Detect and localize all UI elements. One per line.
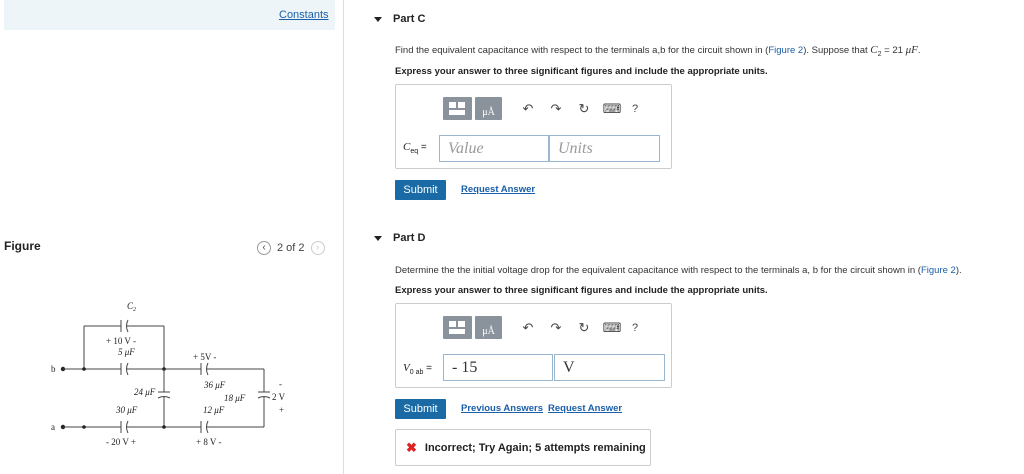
v20-label: - 20 V + <box>106 437 136 447</box>
c24-label: 24 μF <box>134 387 156 397</box>
chevron-right-icon[interactable]: › <box>310 241 325 255</box>
figure-link[interactable]: Figure 2 <box>768 45 803 56</box>
units-icon[interactable]: μÅ <box>475 97 502 120</box>
value-input[interactable]: - 15 <box>443 354 553 381</box>
previous-answers-link[interactable]: Previous Answers <box>461 403 543 414</box>
panel-divider <box>343 0 344 474</box>
part-d-answer-box: μÅ ↶ ↷ ↻ ⌨ ? V0 ab = - 15 V <box>395 303 672 388</box>
v8-label: + 8 V - <box>196 437 222 447</box>
part-c-title: Part C <box>393 13 426 25</box>
v2-minus: - <box>279 379 282 389</box>
junction <box>82 367 86 371</box>
part-d-question: Determine the the initial voltage drop f… <box>395 265 962 276</box>
part-d-submit-button[interactable]: Submit <box>395 399 446 419</box>
constants-link[interactable]: Constants <box>279 9 329 21</box>
caret-down-icon <box>374 235 382 241</box>
keyboard-icon[interactable]: ⌨ <box>603 320 622 336</box>
figure-label: Figure <box>4 239 41 253</box>
figure-pager: ‹ 2 of 2 › <box>257 240 325 256</box>
keyboard-icon[interactable]: ⌨ <box>603 101 622 117</box>
help-icon[interactable]: ? <box>632 322 638 334</box>
chevron-left-icon[interactable]: ‹ <box>257 241 271 255</box>
v2-plus: + <box>279 405 284 415</box>
part-c-header[interactable]: Part C <box>374 13 425 25</box>
redo-icon[interactable]: ↷ <box>548 101 564 117</box>
units-input[interactable]: Units <box>549 135 660 162</box>
junction <box>162 425 166 429</box>
v0ab-label: V0 ab = <box>403 362 432 376</box>
math-toolbar: μÅ ↶ ↷ ↻ ⌨ ? <box>443 316 638 339</box>
undo-icon[interactable]: ↶ <box>520 101 536 117</box>
junction <box>82 425 86 429</box>
c18-label: 18 μF <box>224 393 246 403</box>
c36-label: 36 μF <box>203 380 226 390</box>
part-d-header[interactable]: Part D <box>374 232 425 244</box>
caret-down-icon <box>374 16 382 22</box>
templates-icon[interactable] <box>443 97 472 120</box>
redo-icon[interactable]: ↷ <box>548 320 564 336</box>
c30-label: 30 μF <box>115 405 138 415</box>
ceq-label: Ceq = <box>403 141 427 155</box>
circuit-diagram: C2 + 10 V - b 5 μF + 5V - 24 μF 36 μF 18… <box>51 301 286 447</box>
figure-link[interactable]: Figure 2 <box>921 265 956 276</box>
feedback-text: Incorrect; Try Again; 5 attempts remaini… <box>424 441 646 454</box>
templates-icon[interactable] <box>443 316 472 339</box>
part-c-answer-box: μÅ ↶ ↷ ↻ ⌨ ? Ceq = Value Units <box>395 84 672 169</box>
undo-icon[interactable]: ↶ <box>520 320 536 336</box>
reset-icon[interactable]: ↻ <box>576 101 592 117</box>
node-b-label: b <box>51 364 56 374</box>
part-c-question: Find the equivalent capacitance with res… <box>395 44 921 58</box>
reset-icon[interactable]: ↻ <box>576 320 592 336</box>
help-icon[interactable]: ? <box>632 103 638 115</box>
part-d-title: Part D <box>393 232 426 244</box>
c12-label: 12 μF <box>203 405 225 415</box>
value-input[interactable]: Value <box>439 135 549 162</box>
v10-label: + 10 V - <box>106 336 136 346</box>
part-c-submit-button[interactable]: Submit <box>395 180 446 200</box>
units-icon[interactable]: μÅ <box>475 316 502 339</box>
v2-label: 2 V <box>272 392 286 402</box>
figure-panel: Constants Figure ‹ 2 of 2 › C2 + 10 V - … <box>0 0 343 474</box>
v5-label: + 5V - <box>193 352 216 362</box>
node-a-label: a <box>51 422 55 432</box>
math-toolbar: μÅ ↶ ↷ ↻ ⌨ ? <box>443 97 638 120</box>
units-input[interactable]: V <box>554 354 665 381</box>
pager-text: 2 of 2 <box>277 242 305 254</box>
incorrect-icon: ✖ <box>406 439 417 455</box>
feedback-box: ✖ Incorrect; Try Again; 5 attempts remai… <box>395 429 651 466</box>
c5-label: 5 μF <box>118 347 135 357</box>
part-d-instruction: Express your answer to three significant… <box>395 285 768 296</box>
part-c-instruction: Express your answer to three significant… <box>395 66 768 77</box>
part-c-request-answer-link[interactable]: Request Answer <box>461 184 535 195</box>
part-d-request-answer-link[interactable]: Request Answer <box>548 403 622 414</box>
c2-label: C2 <box>127 301 136 313</box>
